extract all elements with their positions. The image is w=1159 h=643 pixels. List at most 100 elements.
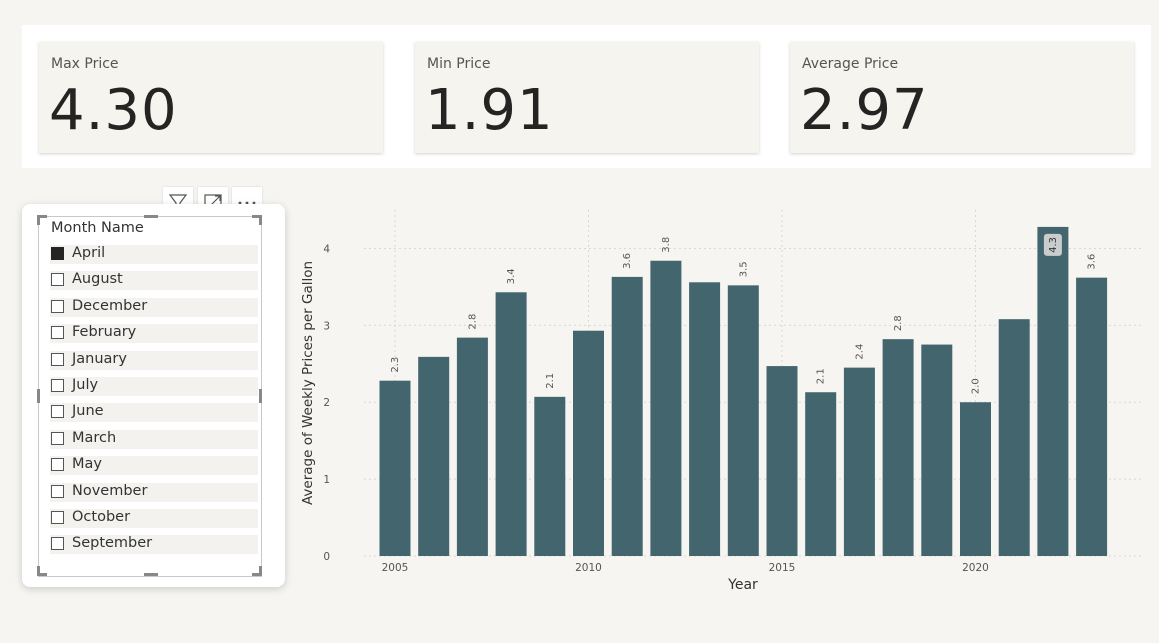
checkbox[interactable] bbox=[51, 431, 64, 445]
slicer-item-label: May bbox=[72, 456, 102, 473]
slicer-item-may[interactable]: May bbox=[50, 456, 258, 476]
kpi-title: Max Price bbox=[51, 56, 119, 72]
x-tick-label: 2010 bbox=[575, 562, 602, 574]
bar-chart[interactable]: 0 1 2 3 4 2005 2010 2015 2020 2.3 2.8 3.4 2.1 3.6 3.8 3… bbox=[296, 190, 1159, 600]
slicer-item-label: December bbox=[72, 297, 148, 314]
checkbox[interactable] bbox=[51, 352, 64, 366]
slicer-item-august[interactable]: August bbox=[50, 271, 258, 291]
slicer-item-label: October bbox=[72, 509, 131, 525]
kpi-card-min-price[interactable]: Min Price 1.91 bbox=[415, 42, 759, 153]
data-label: 3.6 bbox=[622, 253, 633, 269]
bar[interactable] bbox=[998, 319, 1030, 556]
data-label: 2.8 bbox=[893, 315, 904, 331]
x-axis-title: Year bbox=[727, 577, 758, 593]
bar-chart-svg: 0 1 2 3 4 2005 2010 2015 2020 2.3 2.8 3.4 2.1 3.6 3.8 3… bbox=[300, 210, 1144, 593]
slicer-item-april[interactable]: April bbox=[50, 245, 258, 264]
slicer-item-label: June bbox=[72, 403, 104, 420]
slicer-item-label: February bbox=[72, 324, 137, 341]
bar[interactable] bbox=[805, 392, 837, 556]
kpi-title: Average Price bbox=[802, 56, 899, 72]
checkbox[interactable] bbox=[51, 458, 64, 472]
bar[interactable] bbox=[843, 367, 875, 556]
slicer-item-june[interactable]: June bbox=[50, 403, 258, 423]
slicer-item-september[interactable]: September bbox=[50, 535, 258, 555]
bar[interactable] bbox=[766, 366, 798, 556]
kpi-value: 4.30 bbox=[49, 78, 178, 143]
data-label: 2.4 bbox=[854, 344, 865, 360]
slicer-item-january[interactable]: January bbox=[50, 350, 258, 370]
y-axis-title: Average of Weekly Prices per Gallon bbox=[300, 261, 316, 505]
bar[interactable] bbox=[456, 337, 488, 556]
checkbox[interactable] bbox=[51, 511, 64, 524]
checkbox[interactable] bbox=[51, 484, 64, 498]
bar[interactable] bbox=[379, 380, 411, 556]
data-label: 3.8 bbox=[661, 237, 672, 253]
y-tick-label: 2 bbox=[323, 397, 330, 409]
slicer-item-october[interactable]: October bbox=[50, 509, 258, 528]
x-tick-label: 2020 bbox=[962, 562, 989, 574]
kpi-strip: Max Price 4.30 Min Price 1.91 Average Pr… bbox=[22, 25, 1151, 168]
data-label: 3.6 bbox=[1087, 254, 1098, 270]
y-tick-label: 0 bbox=[323, 551, 330, 563]
slicer-item-november[interactable]: November bbox=[50, 482, 258, 502]
slicer-item-february[interactable]: February bbox=[50, 324, 258, 344]
data-label: 2.1 bbox=[816, 368, 827, 384]
bar[interactable] bbox=[534, 396, 566, 556]
slicer-item-label: April bbox=[72, 245, 106, 261]
checkbox[interactable] bbox=[51, 379, 64, 392]
data-label: 2.0 bbox=[971, 378, 982, 394]
kpi-title: Min Price bbox=[427, 56, 491, 72]
resize-handle[interactable] bbox=[259, 566, 262, 576]
resize-handle[interactable] bbox=[259, 215, 262, 225]
kpi-card-max-price[interactable]: Max Price 4.30 bbox=[39, 42, 383, 153]
y-tick-label: 1 bbox=[323, 474, 330, 486]
slicer-item-march[interactable]: March bbox=[50, 429, 258, 449]
data-label: 3.5 bbox=[738, 261, 749, 277]
slicer-item-july[interactable]: July bbox=[50, 377, 258, 396]
resize-handle[interactable] bbox=[37, 566, 40, 576]
x-tick-label: 2015 bbox=[769, 562, 796, 574]
slicer-item-label: March bbox=[72, 429, 117, 446]
resize-handle[interactable] bbox=[144, 573, 158, 576]
data-label: 2.1 bbox=[545, 373, 556, 389]
slicer-item-label: August bbox=[72, 271, 123, 288]
bar[interactable] bbox=[650, 260, 682, 556]
month-slicer[interactable]: Month Name April August December February Ja… bbox=[22, 204, 285, 587]
checkbox[interactable] bbox=[51, 326, 64, 340]
bar[interactable] bbox=[611, 276, 643, 556]
kpi-card-average-price[interactable]: Average Price 2.97 bbox=[790, 42, 1134, 153]
bar[interactable] bbox=[689, 282, 721, 556]
bar[interactable] bbox=[418, 356, 450, 556]
data-label: 3.4 bbox=[506, 268, 517, 284]
bar[interactable] bbox=[921, 344, 953, 556]
slicer-item-december[interactable]: December bbox=[50, 297, 258, 317]
data-label: 2.3 bbox=[390, 357, 401, 373]
resize-handle[interactable] bbox=[144, 215, 158, 218]
bar[interactable] bbox=[727, 285, 759, 556]
data-label: 4.3 bbox=[1048, 237, 1059, 253]
checkbox[interactable] bbox=[51, 537, 64, 551]
bar[interactable] bbox=[573, 330, 604, 556]
resize-handle[interactable] bbox=[259, 389, 262, 403]
slicer-header: Month Name bbox=[51, 220, 144, 236]
slicer-item-label: November bbox=[72, 482, 148, 499]
bar[interactable] bbox=[1037, 226, 1069, 556]
bar[interactable] bbox=[1076, 277, 1108, 556]
resize-handle[interactable] bbox=[37, 389, 40, 403]
bar[interactable] bbox=[960, 402, 991, 556]
y-tick-label: 3 bbox=[323, 320, 330, 332]
data-label: 2.8 bbox=[467, 314, 478, 330]
checkbox[interactable] bbox=[51, 405, 64, 419]
x-tick-label: 2005 bbox=[382, 562, 409, 574]
kpi-value: 1.91 bbox=[425, 78, 554, 143]
resize-handle[interactable] bbox=[37, 215, 40, 225]
bar[interactable] bbox=[495, 292, 527, 556]
bar[interactable] bbox=[882, 339, 914, 556]
y-tick-label: 4 bbox=[323, 243, 330, 255]
slicer-item-label: July bbox=[72, 377, 99, 393]
checkbox[interactable] bbox=[51, 299, 64, 313]
slicer-item-label: September bbox=[72, 535, 153, 552]
checkbox[interactable] bbox=[51, 247, 64, 260]
checkbox[interactable] bbox=[51, 273, 64, 287]
kpi-value: 2.97 bbox=[800, 78, 929, 143]
